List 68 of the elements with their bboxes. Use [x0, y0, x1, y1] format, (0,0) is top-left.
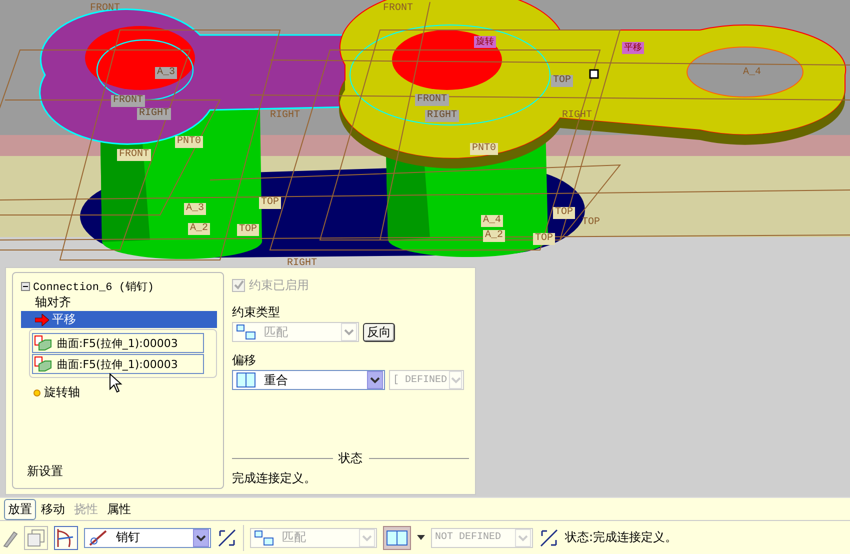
connection-type-dropdown[interactable]: 销钉: [84, 528, 211, 548]
constraint-item[interactable]: 平移: [21, 311, 217, 328]
coincident-icon: [236, 372, 256, 388]
datum-label: RIGHT: [269, 110, 302, 122]
datum-label: FRONT: [117, 149, 152, 161]
datum-label: PNT0: [175, 136, 204, 148]
panel-tab[interactable]: 放置: [4, 498, 36, 520]
caret-icon: [341, 323, 357, 341]
datum-label: 旋转: [474, 36, 496, 48]
datum-label: A_3: [184, 203, 206, 215]
window-icon: [27, 528, 45, 546]
surface-reference[interactable]: 曲面:F5(拉伸_1):00003: [32, 354, 204, 374]
constraint-type-label: 约束类型: [232, 304, 280, 320]
panel-tab[interactable]: 属性: [103, 498, 135, 520]
mouse-pointer-icon: [109, 373, 123, 393]
mate-icon: [236, 324, 256, 340]
connection-name[interactable]: Connection_6 (销钉): [33, 278, 154, 294]
datum-label: RIGHT: [137, 108, 172, 120]
datum-label: PNT0: [470, 143, 498, 155]
flip-arrows-icon[interactable]: [539, 528, 559, 548]
surface-icon: [33, 355, 53, 373]
caret-icon: [359, 528, 375, 546]
status-text: 状态:完成连接定义。: [565, 529, 678, 546]
new-setting-link[interactable]: 新设置: [27, 463, 63, 480]
surface-reference[interactable]: 曲面:F5(拉伸_1):00003: [32, 333, 204, 353]
offset-label: 偏移: [232, 352, 256, 368]
offset-dropdown[interactable]: 重合: [232, 370, 385, 390]
datum-label: FRONT: [415, 94, 450, 106]
caret-icon: [515, 528, 531, 546]
datum-label: TOP: [237, 224, 260, 236]
pin-icon: [88, 528, 108, 546]
caret-icon: [449, 371, 462, 389]
coincident-icon: [386, 530, 408, 546]
surface-icon: [33, 334, 53, 352]
toolbar-button[interactable]: [24, 526, 48, 550]
datum-label: FRONT: [382, 3, 414, 15]
datum-label: TOP: [553, 207, 576, 219]
datum-label: 平移: [622, 42, 644, 54]
panel-tab[interactable]: 移动: [37, 498, 69, 520]
datum-label: A_4: [742, 67, 762, 79]
checkmark-icon: [234, 280, 244, 290]
toolbar-button[interactable]: [54, 526, 78, 550]
flip-arrows-icon[interactable]: [217, 528, 237, 548]
datum-label: TOP: [581, 217, 602, 229]
datum-label: RIGHT: [286, 258, 318, 270]
caret-icon: [193, 528, 209, 546]
collapse-icon[interactable]: [21, 282, 30, 290]
datum-label: A_4: [481, 215, 504, 227]
caret-icon[interactable]: [417, 534, 425, 540]
datum-label: FRONT: [89, 3, 122, 15]
status-heading: 状态: [338, 450, 362, 467]
toolbar-button[interactable]: [383, 526, 411, 550]
constraint-item[interactable]: 轴对齐: [21, 294, 217, 311]
mate-icon: [254, 530, 274, 546]
datum-label: TOP: [259, 197, 282, 209]
caret-icon: [367, 371, 383, 389]
dot-icon: [33, 388, 41, 396]
datum-label: FRONT: [111, 95, 146, 107]
datum-label: A_2: [483, 230, 506, 242]
status-text: 完成连接定义。: [232, 470, 316, 487]
arrow-icon: [35, 314, 49, 326]
datum-label: A_3: [155, 67, 178, 79]
datum-label: TOP: [551, 75, 574, 87]
flip-button[interactable]: 反向: [363, 322, 395, 342]
datum-label: TOP: [533, 233, 556, 245]
datum-label: RIGHT: [425, 110, 460, 122]
constraint-item[interactable]: 旋转轴: [21, 384, 217, 401]
datum-label: A_2: [188, 223, 210, 235]
